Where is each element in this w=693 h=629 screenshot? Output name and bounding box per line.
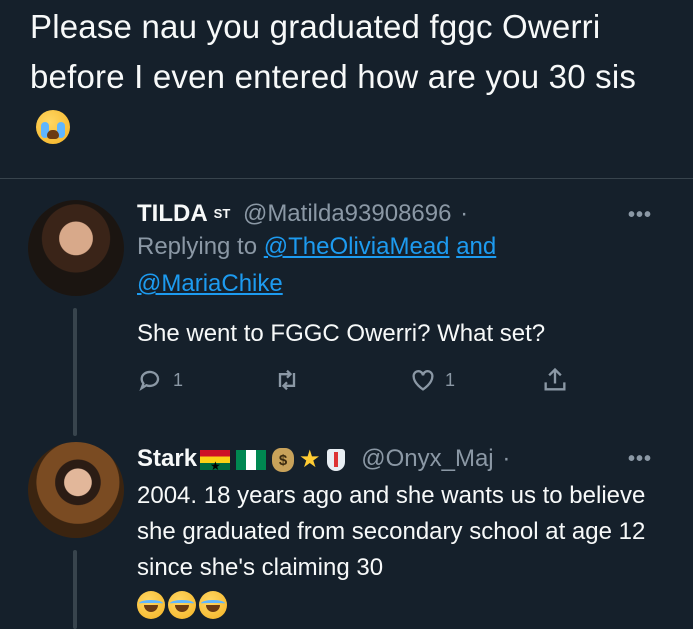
reply-icon: [139, 370, 160, 391]
crying-face-emoji: [36, 110, 70, 144]
retweet-button[interactable]: [273, 366, 301, 394]
reply-button[interactable]: 1: [137, 366, 183, 394]
display-name[interactable]: Stark: [137, 445, 197, 472]
laughing-face-emoji: [168, 590, 196, 619]
tweet-actions: 1 1: [137, 364, 577, 400]
ghana-flag: [200, 449, 231, 481]
shield-icon: [326, 448, 345, 471]
more-icon[interactable]: •••: [628, 204, 652, 227]
tweet-divider: [0, 178, 693, 179]
more-icon[interactable]: •••: [628, 448, 652, 471]
thread-connector: [73, 308, 77, 436]
reply-text: 2004. 18 years ago and she wants us to b…: [137, 478, 657, 622]
tweet-text: Please nau you graduated fggc Owerri bef…: [30, 2, 670, 152]
nigeria-flag: [236, 449, 267, 470]
separator-dot: ·: [460, 200, 469, 227]
star-icon: ★: [299, 445, 321, 473]
retweet-icon: [278, 369, 296, 391]
name-badge: ST: [213, 206, 231, 221]
reply-text-content: 2004. 18 years ago and she wants us to b…: [137, 482, 646, 581]
reply-text: She went to FGGC Owerri? What set?: [137, 320, 546, 347]
reply-header: Stark $★ @Onyx_Maj ·: [137, 444, 511, 481]
replying-to: Replying to @TheOliviaMead and @MariaChi…: [137, 228, 657, 302]
separator-dot: ·: [502, 445, 511, 472]
money-bag-icon: $: [272, 447, 295, 472]
like-button[interactable]: 1: [409, 366, 455, 394]
like-icon: [412, 370, 434, 391]
user-handle[interactable]: @Onyx_Maj: [361, 445, 493, 472]
mention-link[interactable]: @MariaChike: [137, 270, 283, 297]
like-count: 1: [445, 369, 456, 390]
laughing-face-emoji: [137, 590, 165, 619]
mention-link[interactable]: @TheOliviaMead: [264, 233, 450, 260]
tweet-text-content: Please nau you graduated fggc Owerri bef…: [30, 8, 637, 95]
thread-connector: [73, 550, 77, 629]
reply-count: 1: [173, 369, 184, 390]
mention-and: and: [456, 233, 497, 260]
user-handle[interactable]: @Matilda93908696: [243, 200, 452, 227]
laughing-face-emoji: [199, 590, 227, 619]
avatar[interactable]: [28, 200, 124, 296]
reply-header: TILDA ST @Matilda93908696 ·: [137, 199, 468, 229]
share-icon: [544, 367, 566, 391]
replying-to-label: Replying to: [137, 233, 258, 260]
avatar[interactable]: [28, 442, 124, 538]
display-name[interactable]: TILDA: [137, 200, 208, 227]
share-button[interactable]: [541, 366, 569, 394]
